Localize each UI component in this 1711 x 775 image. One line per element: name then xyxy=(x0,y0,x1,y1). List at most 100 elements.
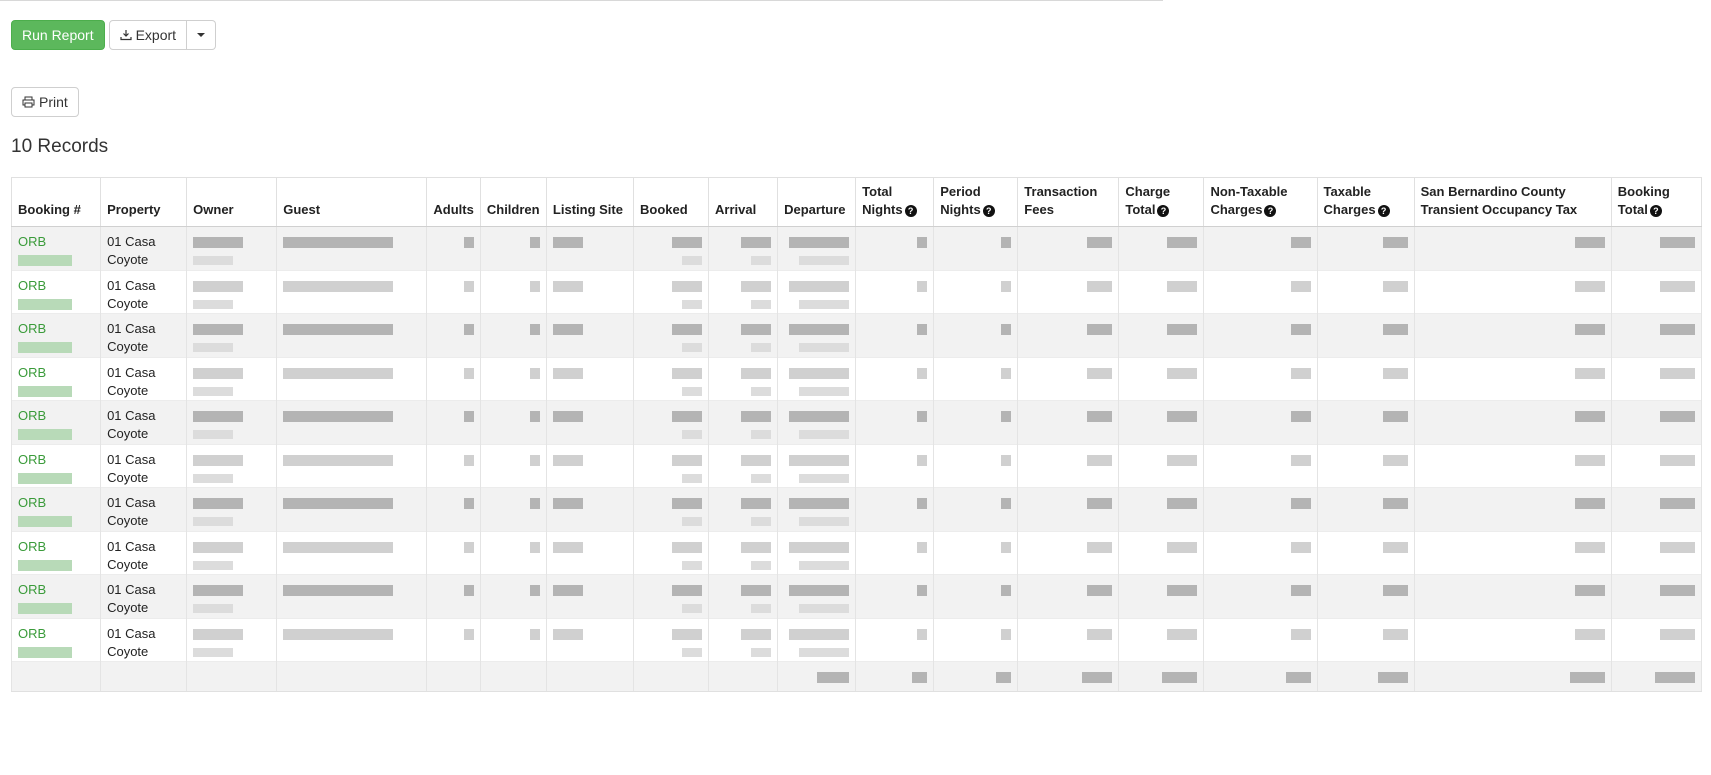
table-cell: ORB xyxy=(10,226,102,270)
column-header[interactable]: Non-Taxable Charges? xyxy=(1203,177,1318,227)
column-header[interactable]: Booking Total? xyxy=(1610,177,1703,227)
redacted-value xyxy=(1087,585,1113,597)
booking-link[interactable]: ORB xyxy=(18,539,46,554)
redacted-value xyxy=(18,385,72,397)
redacted-value xyxy=(672,498,703,510)
table-cell xyxy=(426,530,481,575)
help-icon[interactable]: ? xyxy=(982,204,995,217)
redacted-value xyxy=(463,541,474,553)
table-cell xyxy=(1316,356,1415,401)
print-button[interactable]: Print xyxy=(11,87,79,117)
column-header[interactable]: Total Nights? xyxy=(855,177,935,227)
table-cell xyxy=(1413,487,1612,531)
table-cell xyxy=(186,226,278,270)
table-cell xyxy=(1316,443,1415,488)
column-header[interactable]: Charge Total? xyxy=(1118,177,1205,227)
redacted-value xyxy=(193,280,244,292)
redacted-value xyxy=(672,280,703,292)
redacted-value xyxy=(917,237,928,249)
redacted-value xyxy=(1290,454,1311,466)
column-header[interactable]: Taxable Charges? xyxy=(1316,177,1415,227)
download-icon xyxy=(119,30,132,41)
table-cell xyxy=(186,400,278,444)
redacted-value xyxy=(1660,324,1695,336)
export-button[interactable]: Export xyxy=(108,20,188,50)
column-header[interactable]: Period Nights? xyxy=(933,177,1019,227)
help-icon[interactable]: ? xyxy=(904,204,917,217)
redacted-value xyxy=(682,647,703,657)
redacted-value xyxy=(672,585,703,597)
help-icon[interactable]: ? xyxy=(1649,204,1662,217)
redacted-value xyxy=(552,324,583,336)
redacted-value xyxy=(789,541,850,553)
export-dropdown-toggle[interactable] xyxy=(187,20,217,50)
column-header-label-line2: Total xyxy=(1125,202,1156,217)
booking-link[interactable]: ORB xyxy=(18,582,46,597)
table-cell xyxy=(479,313,547,357)
redacted-value xyxy=(682,430,703,439)
table-row: ORB 01 Casa Coyote xyxy=(10,313,1703,357)
table-cell xyxy=(1316,269,1415,314)
table-cell: 01 Casa Coyote xyxy=(100,617,188,662)
booking-link[interactable]: ORB xyxy=(18,626,46,641)
column-header[interactable]: Departure xyxy=(777,177,857,227)
print-label: Print xyxy=(39,94,68,110)
table-cell xyxy=(1017,313,1120,357)
table-cell xyxy=(545,269,634,314)
column-header[interactable]: Booking # xyxy=(10,177,102,227)
table-cell xyxy=(933,269,1019,314)
table-cell xyxy=(1203,226,1318,270)
table-cell xyxy=(855,400,935,444)
property-name-line2: Coyote xyxy=(107,252,149,267)
booking-link[interactable]: ORB xyxy=(18,365,46,380)
redacted-value xyxy=(1001,237,1012,249)
redacted-value xyxy=(529,628,540,640)
help-icon[interactable]: ? xyxy=(1264,204,1277,217)
booking-link[interactable]: ORB xyxy=(18,408,46,423)
redacted-value xyxy=(799,430,850,439)
column-header[interactable]: Booked xyxy=(632,177,710,227)
property-name-line2: Coyote xyxy=(107,339,149,354)
redacted-value xyxy=(1660,411,1695,423)
redacted-value xyxy=(751,256,772,265)
booking-link[interactable]: ORB xyxy=(18,452,46,467)
column-header[interactable]: Listing Site xyxy=(545,177,634,227)
table-cell xyxy=(1413,269,1612,314)
column-header[interactable]: Owner xyxy=(186,177,278,227)
redacted-value xyxy=(751,386,772,396)
totals-cell xyxy=(1017,661,1120,692)
help-icon[interactable]: ? xyxy=(1157,204,1170,217)
column-header[interactable]: San Bernardino County Transient Occupancy… xyxy=(1413,177,1612,227)
booking-link[interactable]: ORB xyxy=(18,321,46,336)
column-header-label: Departure xyxy=(784,202,846,217)
booking-link[interactable]: ORB xyxy=(18,234,46,249)
redacted-value xyxy=(193,386,234,396)
redacted-value xyxy=(1382,541,1408,553)
redacted-value xyxy=(1001,628,1012,640)
table-cell xyxy=(855,356,935,401)
table-header-row: Booking # Property Owner Guest Adults Childre… xyxy=(10,177,1703,227)
totals-cell xyxy=(100,661,188,692)
table-cell xyxy=(632,574,710,618)
column-header[interactable]: Property xyxy=(100,177,188,227)
redacted-value xyxy=(1001,454,1012,466)
booking-link[interactable]: ORB xyxy=(18,495,46,510)
table-row: ORB 01 Casa Coyote xyxy=(10,617,1703,662)
table-cell xyxy=(632,269,710,314)
table-cell xyxy=(479,269,547,314)
column-header[interactable]: Adults xyxy=(426,177,481,227)
booking-link[interactable]: ORB xyxy=(18,278,46,293)
run-report-button[interactable]: Run Report xyxy=(11,20,105,50)
column-header[interactable]: Guest xyxy=(276,177,428,227)
column-header[interactable]: Transaction Fees xyxy=(1017,177,1120,227)
property-name-line2: Coyote xyxy=(107,469,149,485)
redacted-value xyxy=(463,498,474,510)
redacted-value xyxy=(552,498,583,510)
column-header[interactable]: Children xyxy=(479,177,547,227)
help-icon[interactable]: ? xyxy=(1377,204,1390,217)
column-header-label: Adults xyxy=(433,202,474,217)
column-header-label: Arrival xyxy=(715,202,757,217)
redacted-value xyxy=(751,473,772,483)
column-header[interactable]: Arrival xyxy=(708,177,779,227)
redacted-value xyxy=(1660,541,1695,553)
